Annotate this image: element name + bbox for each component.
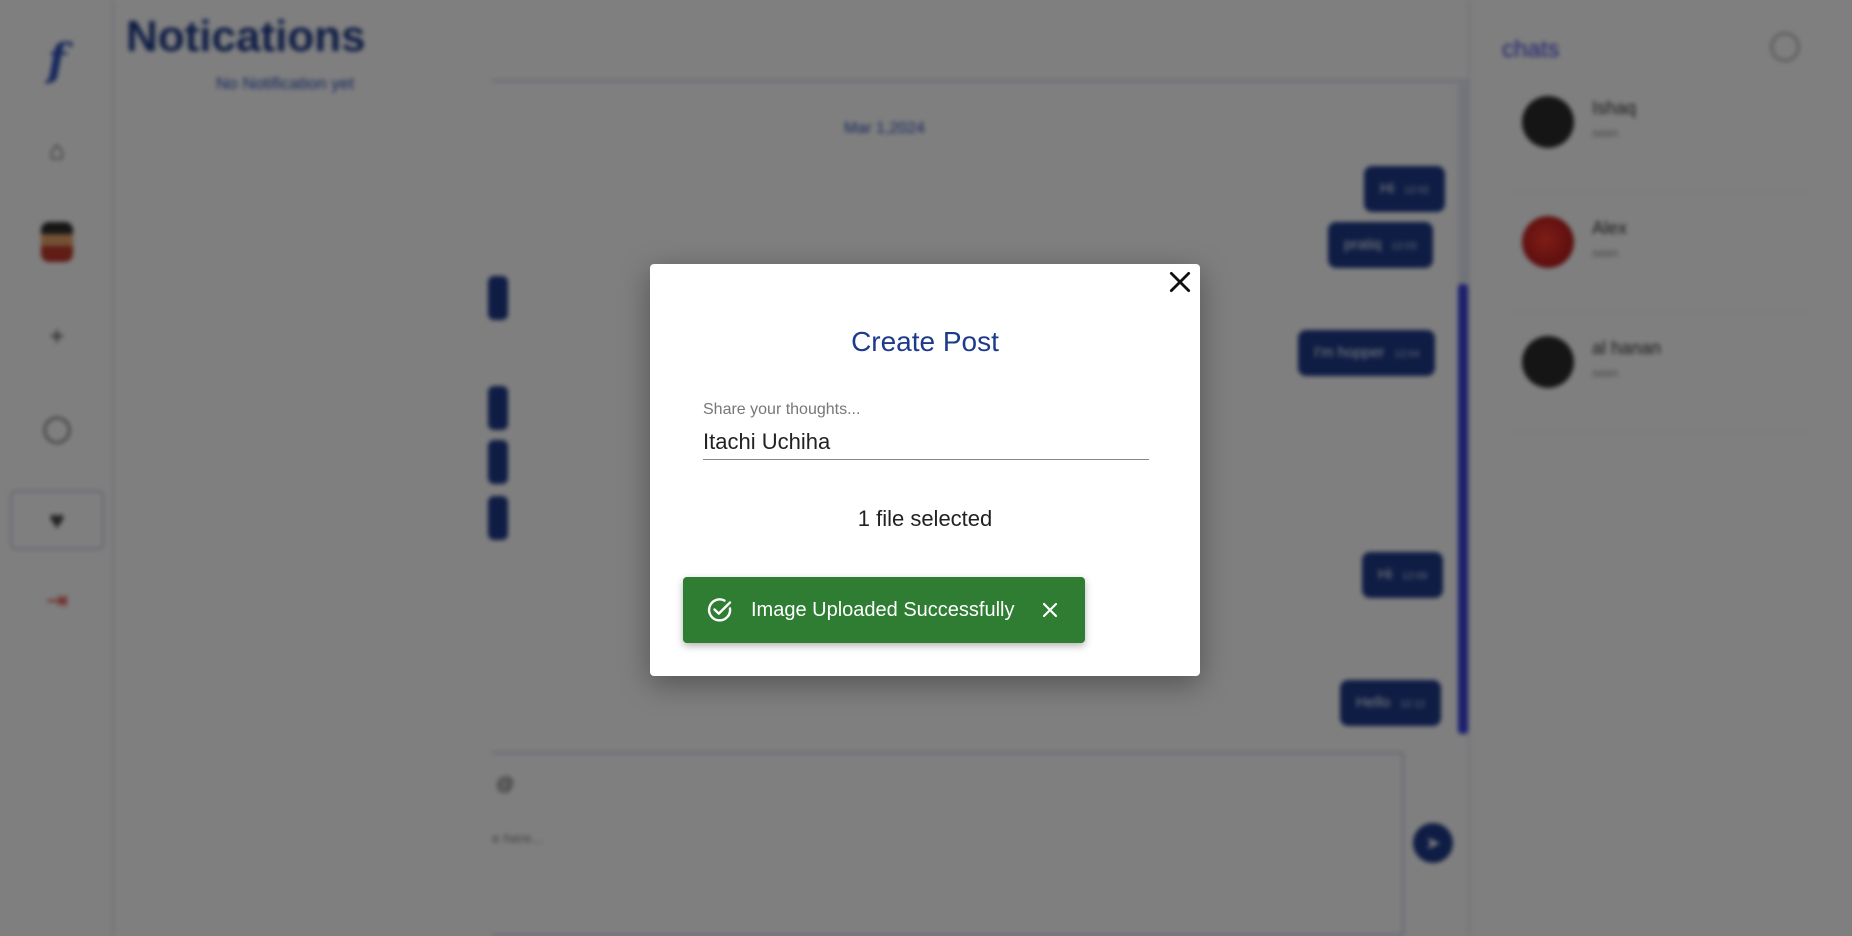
create-post-dialog: Create Post Share your thoughts... 1 fil… bbox=[650, 264, 1200, 676]
close-icon bbox=[1169, 271, 1191, 293]
toast-close-button[interactable] bbox=[1037, 597, 1063, 623]
dialog-title: Create Post bbox=[851, 326, 999, 357]
check-circle-icon bbox=[705, 595, 735, 625]
thoughts-input[interactable] bbox=[703, 424, 1149, 460]
close-dialog-button[interactable] bbox=[1164, 266, 1196, 298]
file-selected-status: 1 file selected bbox=[857, 506, 993, 531]
close-icon bbox=[1042, 602, 1058, 618]
success-toast: Image Uploaded Successfully bbox=[683, 577, 1085, 643]
toast-message: Image Uploaded Successfully bbox=[751, 598, 1015, 621]
thoughts-label: Share your thoughts... bbox=[703, 401, 861, 418]
